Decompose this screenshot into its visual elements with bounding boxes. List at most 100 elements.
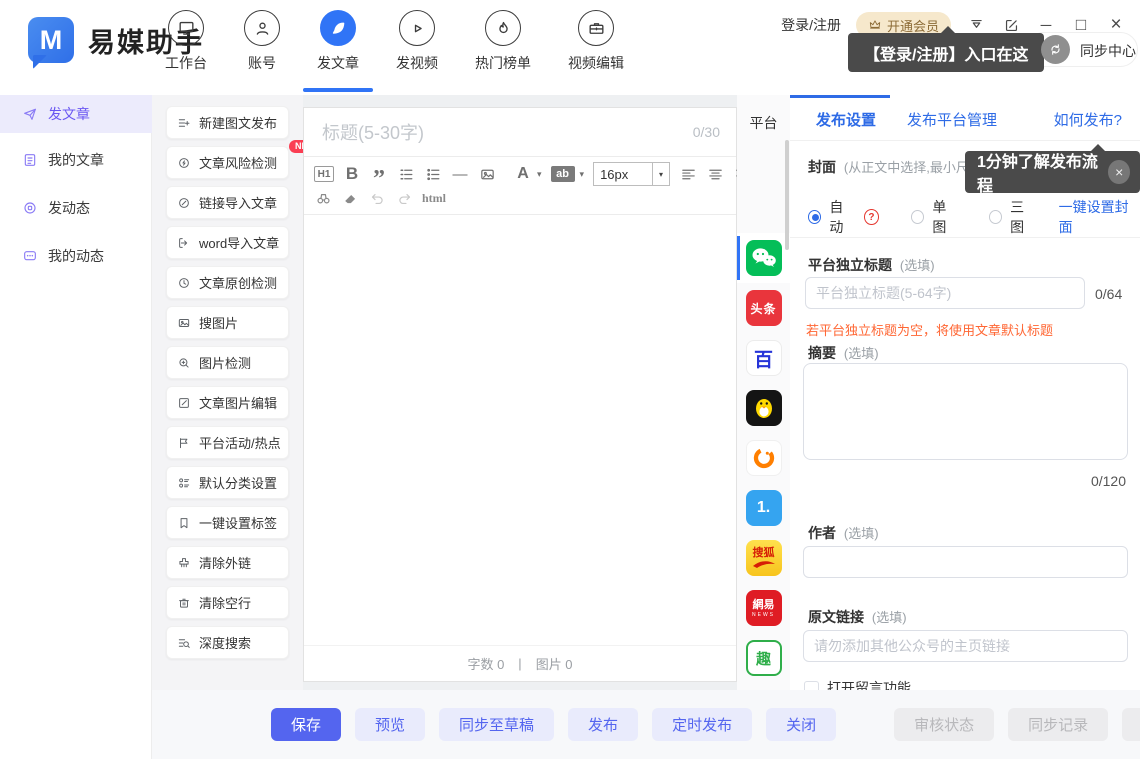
tool-word-import-button[interactable]: word导入文章	[166, 226, 289, 259]
horizontal-rule-button[interactable]: —	[451, 164, 469, 184]
tool-clear-links-button[interactable]: 清除外链	[166, 546, 289, 579]
author-label: 作者 (选填)	[808, 523, 879, 543]
tool-platform-activity-button[interactable]: 平台活动/热点	[166, 426, 289, 459]
radio-auto[interactable]	[808, 210, 821, 224]
sync-icon[interactable]	[1041, 35, 1070, 64]
summary-label: 摘要 (选填)	[808, 343, 879, 363]
bold-button[interactable]: B	[343, 164, 361, 184]
sync-center-label[interactable]: 同步中心	[1080, 41, 1136, 61]
nav-publish-article[interactable]: 发文章	[315, 10, 361, 83]
ordered-list-button[interactable]	[397, 164, 415, 184]
tool-risk-check-button[interactable]: 文章风险检测NEW	[166, 146, 289, 179]
tooltip-arrow	[1090, 144, 1106, 152]
highlight-color-button[interactable]: ab	[551, 166, 575, 182]
align-center-button[interactable]	[706, 164, 724, 184]
sidebar-item-publish-article[interactable]: 发文章	[0, 95, 152, 133]
platforms-scrollbar[interactable]	[785, 140, 789, 250]
close-editor-button[interactable]: 关闭	[766, 708, 836, 741]
title-counter: 0/30	[693, 124, 720, 140]
how-to-publish-link[interactable]: 如何发布?	[1054, 109, 1122, 130]
sidebar-item-my-moments[interactable]: 我的动态	[0, 237, 152, 275]
tool-image-search-button[interactable]: 搜图片	[166, 306, 289, 339]
article-image-edit-icon	[177, 396, 191, 410]
tool-deep-search-button[interactable]: 深度搜索	[166, 626, 289, 659]
tool-tag-setting-button[interactable]: 一键设置标签	[166, 506, 289, 539]
title-input[interactable]: 标题(5-30字)	[322, 119, 693, 145]
tooltip-arrow	[940, 26, 956, 34]
summary-textarea[interactable]	[803, 363, 1128, 460]
sync-record-button[interactable]: 同步记录	[1008, 708, 1108, 741]
platform-baijiahao[interactable]: 百	[737, 333, 790, 383]
platform-yidianzixun[interactable]: 1.	[737, 483, 790, 533]
tab-publish-settings[interactable]: 发布设置	[816, 109, 876, 130]
undo-button[interactable]	[368, 188, 386, 208]
sidebar-item-my-articles[interactable]: 我的文章	[0, 141, 152, 179]
platform-netease[interactable]: 網易 NEWS	[737, 583, 790, 633]
tool-originality-check-button[interactable]: 文章原创检测	[166, 266, 289, 299]
nav-video-edit[interactable]: 视频编辑	[566, 10, 626, 83]
login-register-link[interactable]: 登录/注册	[781, 15, 841, 35]
sidebar-item-publish-moment[interactable]: 发动态	[0, 189, 152, 227]
independent-title-input[interactable]	[805, 277, 1085, 309]
tool-default-category-button[interactable]: 默认分类设置	[166, 466, 289, 499]
blockquote-button[interactable]: ”	[370, 159, 388, 189]
tool-image-check-button[interactable]: 图片检测	[166, 346, 289, 379]
filter-icon[interactable]	[966, 15, 986, 35]
title-row: 标题(5-30字) 0/30	[304, 108, 736, 157]
tool-clear-blank-button[interactable]: 清除空行	[166, 586, 289, 619]
tool-article-image-edit-button[interactable]: 文章图片编辑	[166, 386, 289, 419]
review-status-button[interactable]: 审核状态	[894, 708, 994, 741]
editor-footer: 字数 0 | 图片 0	[304, 645, 736, 681]
risk-check-icon	[177, 156, 191, 170]
radio-auto-label[interactable]: 自动	[829, 197, 855, 237]
platform-qutoutiao[interactable]: 趣	[737, 633, 790, 683]
font-color-caret[interactable]: ▾	[537, 169, 542, 180]
play-icon	[408, 19, 427, 38]
scheduled-publish-button[interactable]: 定时发布	[652, 708, 752, 741]
source-link-input[interactable]	[803, 630, 1128, 662]
html-mode-button[interactable]: html	[422, 188, 446, 208]
save-button[interactable]: 保存	[271, 708, 341, 741]
nav-publish-video[interactable]: 发视频	[394, 10, 440, 83]
unordered-list-button[interactable]	[424, 164, 442, 184]
nav-workbench[interactable]: 工作台	[163, 10, 209, 83]
publish-button[interactable]: 发布	[568, 708, 638, 741]
platform-weibo[interactable]	[737, 683, 790, 690]
tab-platform-management[interactable]: 发布平台管理	[907, 109, 997, 130]
radio-single-image[interactable]	[911, 210, 924, 224]
font-color-button[interactable]: A	[514, 164, 532, 184]
align-left-button[interactable]	[679, 164, 697, 184]
comment-checkbox[interactable]	[804, 681, 819, 691]
login-tooltip: 【登录/注册】入口在这	[848, 33, 1044, 72]
platform-wechat[interactable]	[737, 233, 790, 283]
eraser-button[interactable]	[341, 188, 359, 208]
font-size-select[interactable]: 16px ▾	[593, 162, 670, 186]
sync-to-draft-button[interactable]: 同步至草稿	[439, 708, 554, 741]
radio-three-images[interactable]	[989, 210, 1002, 224]
publish-record-button[interactable]: 发布记录	[1122, 708, 1140, 741]
tool-link-import-button[interactable]: 链接导入文章	[166, 186, 289, 219]
redo-button[interactable]	[395, 188, 413, 208]
tool-new-article-button[interactable]: 新建图文发布	[166, 106, 289, 139]
tooltip-close-icon[interactable]: ×	[1108, 160, 1130, 184]
compose-icon[interactable]	[1001, 15, 1021, 35]
platform-toutiao[interactable]: 头条	[737, 283, 790, 333]
platform-qq-penguin[interactable]	[737, 383, 790, 433]
highlight-color-caret[interactable]: ▾	[580, 169, 585, 180]
radio-single-label[interactable]: 单图	[932, 197, 958, 237]
one-click-cover-link[interactable]: 一键设置封面	[1059, 197, 1138, 237]
platform-sohu[interactable]: 搜狐	[737, 533, 790, 583]
nav-accounts[interactable]: 账号	[242, 10, 282, 83]
insert-image-button[interactable]	[478, 164, 496, 184]
find-replace-button[interactable]	[314, 188, 332, 208]
category-icon	[177, 476, 191, 490]
h1-button[interactable]: H1	[314, 166, 334, 182]
editor-content-area[interactable]	[304, 215, 736, 645]
author-input[interactable]	[803, 546, 1128, 578]
trash-icon	[177, 596, 191, 610]
platform-dayu[interactable]	[737, 433, 790, 483]
radio-three-label[interactable]: 三图	[1010, 197, 1036, 237]
cover-help-icon[interactable]: ?	[864, 209, 879, 225]
nav-hot-ranking[interactable]: 热门榜单	[473, 10, 533, 83]
preview-button[interactable]: 预览	[355, 708, 425, 741]
